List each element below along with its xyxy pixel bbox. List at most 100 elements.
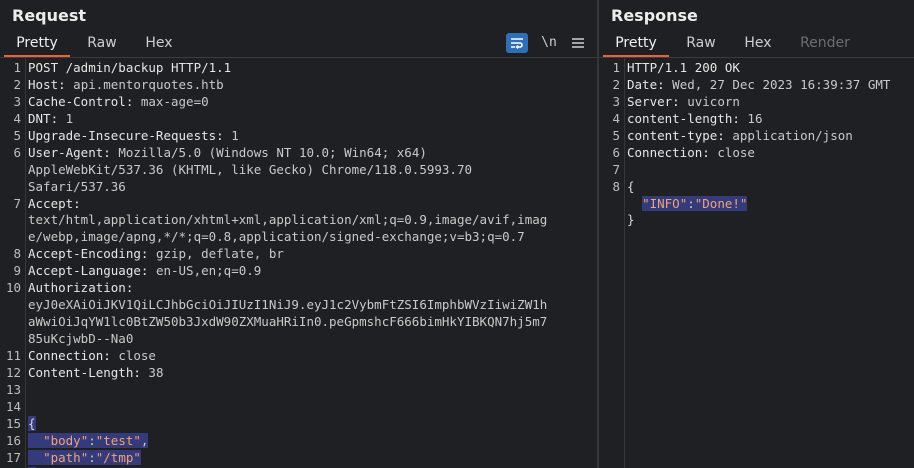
json-comma: ,	[140, 432, 149, 448]
code-line: Date: Wed, 27 Dec 2023 16:39:37 GMT	[627, 77, 914, 94]
header-value: 1	[58, 110, 74, 126]
header-name: Accept-Language:	[28, 263, 149, 279]
header-name: Host:	[28, 76, 66, 92]
code-line: HTTP/1.1 200 OK	[627, 60, 914, 77]
line-number: 13	[5, 382, 21, 398]
request-tab-raw[interactable]: Raw	[74, 31, 130, 57]
header-name: Cache-Control:	[28, 93, 134, 109]
header-name: HTTP/1.1 200 OK	[627, 60, 740, 75]
line-number: 1	[612, 60, 620, 75]
code-line: Cache-Control: max-age=0	[28, 94, 597, 111]
line-number: 5	[612, 127, 620, 143]
response-code[interactable]: HTTP/1.1 200 OK Date: Wed, 27 Dec 2023 16…	[627, 60, 914, 229]
line-number: 4	[13, 110, 21, 126]
line-number: 8	[13, 246, 21, 262]
wrap-lines-icon[interactable]	[506, 33, 528, 53]
code-line: User-Agent: Mozilla/5.0 (Windows NT 10.0…	[28, 145, 597, 162]
response-gutter: 12345678	[599, 58, 625, 468]
header-value: Mozilla/5.0 (Windows NT 10.0; Win64; x64…	[110, 144, 427, 160]
code-line: aWwiOiJqYW1lc0BtZW50b3JxdW90ZXMuaHRiIn0.…	[28, 314, 597, 331]
request-tab-hex[interactable]: Hex	[132, 31, 186, 57]
request-gutter: 1 2 3 4 5 6 7 8 9 10 11 12 13 14 15 16 17	[0, 58, 26, 468]
header-value: gzip, deflate, br	[148, 246, 284, 262]
header-value: close	[709, 144, 755, 160]
request-tab-pretty[interactable]: Pretty	[4, 31, 70, 57]
json-pair-line: "path":"/tmp"	[28, 449, 597, 467]
header-value: uvicorn	[679, 93, 740, 109]
header-value: 85uKcjwbD--Na0	[28, 331, 134, 346]
json-pair: "INFO":"Done!"	[642, 195, 748, 211]
header-value: application/json	[724, 127, 853, 143]
json-colon: :	[88, 432, 96, 448]
line-number: 8	[612, 178, 620, 194]
header-value: e/webp,image/apng,*/*;q=0.8,application/…	[28, 229, 525, 245]
code-line: POST /admin/backup HTTP/1.1	[28, 60, 597, 77]
request-title: Request	[12, 6, 87, 25]
line-number: 10	[5, 280, 21, 296]
header-name: content-length:	[627, 110, 740, 126]
response-editor[interactable]: 12345678 HTTP/1.1 200 OK Date: Wed, 27 De…	[599, 58, 914, 468]
line-number: 3	[13, 93, 21, 109]
header-name: DNT:	[28, 110, 59, 126]
json-pair-line: "INFO":"Done!"	[627, 195, 914, 213]
json-open-line: {	[627, 179, 914, 196]
request-code[interactable]: POST /admin/backup HTTP/1.1 Host: api.men…	[28, 60, 597, 468]
header-value: 1	[223, 127, 239, 143]
header-name: POST /admin/backup HTTP/1.1	[28, 60, 232, 75]
header-value: text/html,application/xhtml+xml,applicat…	[28, 212, 548, 228]
code-line: Authorization:	[28, 280, 597, 297]
line-number: 3	[612, 93, 620, 109]
json-open-line: {	[28, 415, 597, 433]
line-number: 2	[612, 76, 620, 92]
response-tab-render[interactable]: Render	[789, 31, 861, 57]
line-number: 12	[5, 365, 21, 381]
line-number: 14	[5, 399, 21, 414]
header-name: Accept-Encoding:	[28, 246, 149, 262]
request-editor[interactable]: 1 2 3 4 5 6 7 8 9 10 11 12 13 14 15 16 17 POST /admin/ba…	[0, 58, 597, 468]
json-value: "test"	[95, 432, 141, 448]
line-number: 1	[13, 60, 21, 75]
line-number: 9	[13, 263, 21, 279]
json-colon: :	[687, 195, 695, 211]
line-number: 4	[612, 110, 620, 126]
line-number: 17	[5, 449, 21, 465]
line-number: 7	[612, 161, 620, 177]
code-line: Accept-Language: en-US,en;q=0.9	[28, 263, 597, 280]
header-name: Server:	[627, 93, 680, 109]
line-number: 5	[13, 127, 21, 143]
code-line: e/webp,image/apng,*/*;q=0.8,application/…	[28, 229, 597, 246]
code-line: text/html,application/xhtml+xml,applicat…	[28, 212, 597, 229]
header-name: Authorization:	[28, 280, 134, 296]
response-tab-hex[interactable]: Hex	[731, 31, 785, 57]
line-number: 16	[5, 432, 21, 448]
line-number: 6	[13, 144, 21, 160]
header-value: eyJ0eXAiOiJKV1QiLCJhbGciOiJIUzI1NiJ9.eyJ…	[28, 297, 548, 313]
header-value: Wed, 27 Dec 2023 16:39:37 GMT	[664, 76, 891, 92]
header-name: Date:	[627, 76, 665, 92]
line-number: 11	[5, 348, 21, 364]
response-title: Response	[611, 6, 698, 25]
json-key: "body"	[43, 432, 89, 448]
header-name: User-Agent:	[28, 144, 111, 160]
json-open-brace: {	[627, 178, 635, 194]
response-tab-pretty[interactable]: Pretty	[603, 31, 669, 57]
header-name: Connection:	[627, 144, 710, 160]
code-line: Connection: close	[28, 348, 597, 365]
header-value: AppleWebKit/537.36 (KHTML, like Gecko) C…	[28, 161, 473, 177]
header-value: close	[110, 347, 156, 363]
response-tab-raw[interactable]: Raw	[673, 31, 729, 57]
code-line: Server: uvicorn	[627, 94, 914, 111]
code-line: DNT: 1	[28, 111, 597, 128]
newline-toggle-button[interactable]: \n	[538, 33, 560, 53]
hamburger-menu-icon[interactable]	[568, 33, 588, 53]
header-name: Upgrade-Insecure-Requests:	[28, 127, 224, 143]
json-open-brace: {	[28, 415, 36, 431]
header-value: aWwiOiJqYW1lc0BtZW50b3JxdW90ZXMuaHRiIn0.…	[28, 314, 548, 330]
code-line: Host: api.mentorquotes.htb	[28, 77, 597, 94]
code-line: eyJ0eXAiOiJKV1QiLCJhbGciOiJIUzI1NiJ9.eyJ…	[28, 297, 597, 314]
code-line: Content-Length: 38	[28, 365, 597, 382]
json-value: "Done!"	[694, 195, 748, 211]
line-number: 7	[13, 195, 21, 211]
